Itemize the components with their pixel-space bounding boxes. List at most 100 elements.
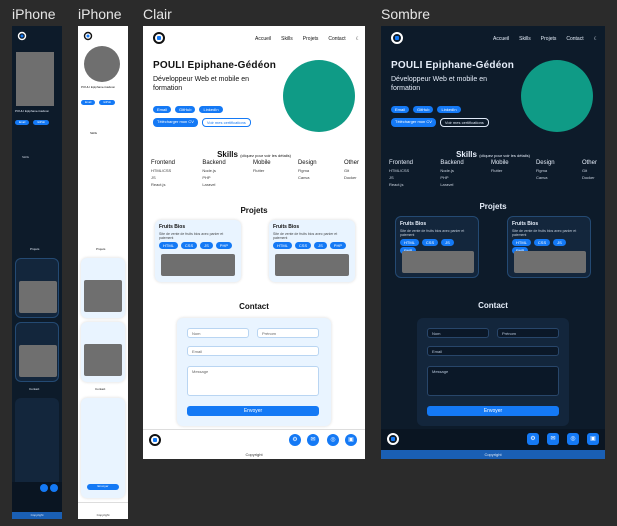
nav-bar: Accueil Skills Projets Contact ☾	[255, 36, 360, 42]
tag: JS	[553, 239, 566, 246]
nav-bar: Accueil Skills Projets Contact ☾	[493, 36, 598, 42]
skill-column[interactable]: Frontend HTML/CSS JS React.js	[389, 160, 413, 187]
nav-item-contact[interactable]: Contact	[566, 36, 583, 42]
nav-item-contact[interactable]: Contact	[328, 36, 345, 42]
copyright: Copyright	[78, 512, 128, 519]
github-button[interactable]: GitHub	[99, 100, 116, 105]
copyright: Copyright	[143, 450, 365, 459]
theme-toggle-icon[interactable]: ☾	[594, 36, 598, 42]
linkedin-button[interactable]: LinkedIn	[199, 106, 223, 113]
email-button[interactable]: Email	[81, 100, 96, 105]
hero-subtitle: Développeur Web et mobile en formation	[391, 76, 487, 92]
project-card[interactable]	[81, 322, 125, 382]
send-button[interactable]: Envoyer	[187, 406, 319, 416]
email-button[interactable]: Email	[153, 106, 172, 113]
tag: JS	[314, 242, 327, 249]
logo-icon[interactable]	[391, 32, 403, 44]
email-button[interactable]: Email	[391, 106, 410, 113]
footer-logo-icon[interactable]	[387, 433, 399, 445]
skill-column[interactable]: Other Git Docker	[344, 160, 359, 187]
project-card[interactable]: Fruits Bios Site de vente de fruits bios…	[269, 220, 355, 282]
send-button[interactable]: Envoyer	[427, 406, 559, 416]
project-image	[275, 254, 349, 276]
cv-button[interactable]: Télécharger mon CV	[391, 118, 436, 127]
project-card[interactable]: Fruits Bios Site de vente de fruits bios…	[507, 216, 591, 278]
contact-title: Contact	[29, 387, 40, 391]
skill-column[interactable]: Design Figma Canva	[298, 160, 317, 187]
nav-item-accueil[interactable]: Accueil	[255, 36, 271, 42]
footer-icon-button[interactable]	[40, 484, 48, 492]
hero-buttons: Email GitHub LinkedIn	[391, 106, 511, 113]
hero-buttons: Email GitHub LinkedIn	[153, 106, 273, 113]
footer-logo-icon[interactable]	[149, 434, 161, 446]
message-textarea[interactable]: Message	[187, 366, 319, 396]
last-name-input[interactable]: Prénom	[497, 328, 559, 338]
nav-item-accueil[interactable]: Accueil	[493, 36, 509, 42]
nav-item-projets[interactable]: Projets	[303, 36, 319, 42]
nav-item-skills[interactable]: Skills	[281, 36, 293, 42]
tag: CSS	[294, 242, 312, 249]
logo-icon[interactable]	[83, 31, 93, 41]
certifications-button[interactable]: Voir mes certifications	[201, 118, 251, 127]
message-textarea[interactable]: Message	[427, 366, 559, 396]
skill-column[interactable]: Backend Node.js PHP Laravel	[202, 160, 225, 187]
hero-buttons-2: Télécharger mon CV Voir mes certificatio…	[391, 118, 521, 127]
email-input[interactable]: Email	[427, 346, 559, 356]
contact-section-title: Contact	[478, 301, 508, 310]
github-icon[interactable]: ◎	[327, 434, 339, 446]
first-name-input[interactable]: Nom	[187, 328, 249, 338]
skill-column[interactable]: Mobile Flutter	[491, 160, 509, 187]
mail-icon[interactable]: ✉	[307, 434, 319, 446]
skill-column[interactable]: Design Figma Canva	[536, 160, 555, 187]
send-button[interactable]: Envoyer	[87, 484, 119, 490]
hero-buttons: Email GitHub	[81, 100, 127, 105]
email-button[interactable]: Email	[15, 120, 30, 125]
project-card[interactable]	[81, 258, 125, 318]
projects-title: Projets	[30, 247, 40, 251]
project-image	[161, 254, 235, 276]
skill-column[interactable]: Frontend HTML/CSS JS React.js	[151, 160, 175, 187]
nav-item-projets[interactable]: Projets	[541, 36, 557, 42]
project-title: Fruits Bios	[159, 224, 186, 230]
project-card[interactable]	[15, 258, 59, 318]
skills-section-title: Skills (cliquez pour voir les détails)	[217, 150, 291, 159]
github-button[interactable]: GitHub	[413, 106, 434, 113]
github-button[interactable]: GitHub	[175, 106, 196, 113]
last-name-input[interactable]: Prénom	[257, 328, 319, 338]
first-name-input[interactable]: Nom	[427, 328, 489, 338]
hero-buttons-2: Télécharger mon CV Voir mes certificatio…	[153, 118, 283, 127]
github-icon[interactable]: ◎	[567, 433, 579, 445]
skill-column[interactable]: Mobile Flutter	[253, 160, 271, 187]
skill-column[interactable]: Backend Node.js PHP Laravel	[440, 160, 463, 187]
project-card[interactable]: Fruits Bios Site de vente de fruits bios…	[155, 220, 241, 282]
linkedin-button[interactable]: LinkedIn	[437, 106, 461, 113]
tag: HTML	[273, 242, 292, 249]
iphone-dark-frame: POULI Epiphane-Gédéon Email GitHub Skill…	[12, 26, 62, 519]
skills-title: Skills	[22, 155, 30, 159]
linkedin-icon[interactable]: ▣	[345, 434, 357, 446]
linkedin-icon[interactable]: ▣	[587, 433, 599, 445]
mail-icon[interactable]: ✉	[547, 433, 559, 445]
project-title: Fruits Bios	[400, 221, 427, 227]
project-card[interactable]	[15, 322, 59, 382]
projects-title: Projets	[96, 247, 106, 251]
skills-section-title: Skills (cliquez pour voir les détails)	[456, 150, 530, 159]
settings-icon[interactable]: ⚙	[527, 433, 539, 445]
cv-button[interactable]: Télécharger mon CV	[153, 118, 198, 127]
project-image	[402, 251, 474, 273]
github-button[interactable]: GitHub	[33, 120, 50, 125]
certifications-button[interactable]: Voir mes certifications	[439, 118, 489, 127]
tag: JS	[441, 239, 454, 246]
settings-icon[interactable]: ⚙	[289, 434, 301, 446]
skill-column[interactable]: Other Git Docker	[582, 160, 597, 187]
nav-item-skills[interactable]: Skills	[519, 36, 531, 42]
email-input[interactable]: Email	[187, 346, 319, 356]
tag: JS	[200, 242, 213, 249]
project-card[interactable]: Fruits Bios Site de vente de fruits bios…	[395, 216, 479, 278]
theme-toggle-icon[interactable]: ☾	[356, 36, 360, 42]
footer-icon-button[interactable]	[50, 484, 58, 492]
project-image	[84, 344, 122, 376]
logo-icon[interactable]	[153, 32, 165, 44]
skills-title: Skills	[90, 131, 98, 135]
logo-icon[interactable]	[17, 31, 27, 41]
